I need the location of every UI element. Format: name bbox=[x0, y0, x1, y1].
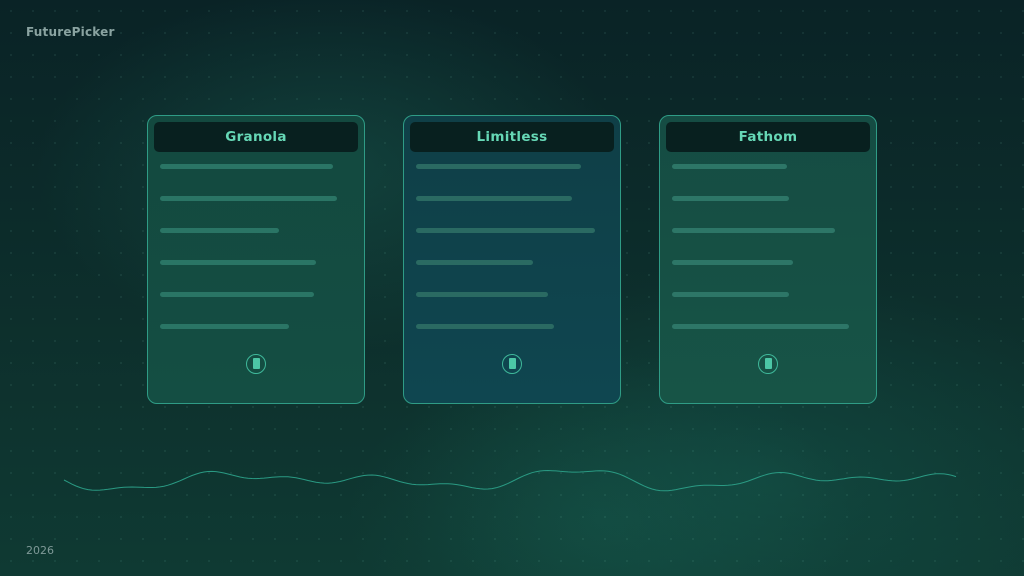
placeholder-line bbox=[416, 196, 572, 201]
placeholder-line bbox=[672, 164, 788, 169]
placeholder-line bbox=[672, 324, 849, 329]
option-card-granola[interactable]: Granola bbox=[147, 115, 365, 404]
placeholder-line bbox=[160, 260, 316, 265]
placeholder-line bbox=[672, 196, 790, 201]
card-placeholder-lines bbox=[160, 164, 352, 356]
option-cards: Granola Limitless Fathom bbox=[147, 115, 877, 404]
decorative-wave bbox=[63, 469, 957, 492]
card-placeholder-lines bbox=[416, 164, 608, 356]
placeholder-line bbox=[160, 228, 280, 233]
placeholder-line bbox=[416, 292, 549, 297]
wave-line bbox=[63, 469, 957, 492]
placeholder-line bbox=[672, 260, 793, 265]
footer-year: 2026 bbox=[26, 544, 54, 557]
placeholder-line bbox=[672, 228, 836, 233]
placeholder-line bbox=[160, 292, 314, 297]
placeholder-line bbox=[160, 324, 289, 329]
placeholder-line bbox=[672, 292, 790, 297]
card-placeholder-lines bbox=[672, 164, 864, 356]
option-card-limitless[interactable]: Limitless bbox=[403, 115, 621, 404]
card-icon bbox=[246, 354, 266, 374]
placeholder-line bbox=[160, 196, 337, 201]
placeholder-line bbox=[416, 324, 555, 329]
placeholder-line bbox=[416, 164, 582, 169]
placeholder-line bbox=[416, 228, 595, 233]
card-title: Granola bbox=[154, 122, 358, 152]
placeholder-line bbox=[416, 260, 534, 265]
card-icon bbox=[758, 354, 778, 374]
card-title: Fathom bbox=[666, 122, 870, 152]
card-icon bbox=[502, 354, 522, 374]
card-title: Limitless bbox=[410, 122, 614, 152]
brand-logo-text: FuturePicker bbox=[26, 25, 115, 39]
placeholder-line bbox=[160, 164, 333, 169]
option-card-fathom[interactable]: Fathom bbox=[659, 115, 877, 404]
